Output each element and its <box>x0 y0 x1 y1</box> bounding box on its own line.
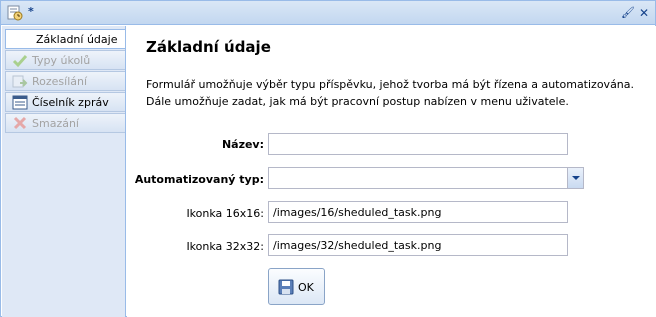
window-title: * <box>28 5 34 18</box>
icon16-label: Ikonka 16x16: <box>186 207 264 220</box>
sidebar-item-label: Rozesílání <box>32 75 88 88</box>
page-title: Základní údaje <box>146 38 271 56</box>
chevron-down-icon <box>572 176 580 180</box>
icon32-input[interactable] <box>268 234 568 256</box>
icon32-label: Ikonka 32x32: <box>186 240 264 253</box>
window-titlebar[interactable]: * 🖌 ✕ <box>1 1 655 25</box>
ok-button[interactable]: OK <box>268 268 325 305</box>
sidebar-item-smazani[interactable]: Smazání <box>5 113 125 133</box>
save-icon <box>278 279 294 295</box>
ok-label: OK <box>298 281 314 294</box>
sidebar-item-label: Číselník zpráv <box>32 96 109 109</box>
delete-icon <box>12 116 28 131</box>
sidebar: Základní údaje Typy úkolů Rozesílání Čís… <box>2 26 126 317</box>
icon16-input[interactable] <box>268 201 568 223</box>
sidebar-item-zakladni-udaje[interactable]: Základní údaje <box>5 29 125 49</box>
main-content: Základní údaje Formulář umožňuje výběr t… <box>127 26 656 317</box>
sidebar-item-label: Typy úkolů <box>32 54 91 67</box>
list-icon <box>12 95 28 110</box>
sidebar-item-rozesilani[interactable]: Rozesílání <box>5 71 125 91</box>
pin-icon[interactable]: 🖌 <box>621 6 635 20</box>
close-icon[interactable]: ✕ <box>638 6 650 20</box>
type-select[interactable] <box>268 167 568 189</box>
send-icon <box>12 74 28 89</box>
sidebar-item-label: Základní údaje <box>36 33 118 46</box>
sidebar-item-ciselnik-zprav[interactable]: Číselník zpráv <box>5 92 125 112</box>
name-input[interactable] <box>268 133 568 155</box>
sidebar-item-typy-ukolu[interactable]: Typy úkolů <box>5 50 125 70</box>
window: * 🖌 ✕ Základní údaje Typy úkolů Rozesílá… <box>0 0 656 317</box>
type-dropdown-button[interactable] <box>568 167 584 189</box>
sidebar-item-label: Smazání <box>32 117 79 130</box>
app-icon <box>7 5 23 21</box>
name-label: Název: <box>221 138 264 151</box>
type-label: Automatizovaný typ: <box>134 173 264 186</box>
checkmark-icon <box>12 53 28 68</box>
page-description: Formulář umožňuje výběr typu příspěvku, … <box>146 78 635 108</box>
